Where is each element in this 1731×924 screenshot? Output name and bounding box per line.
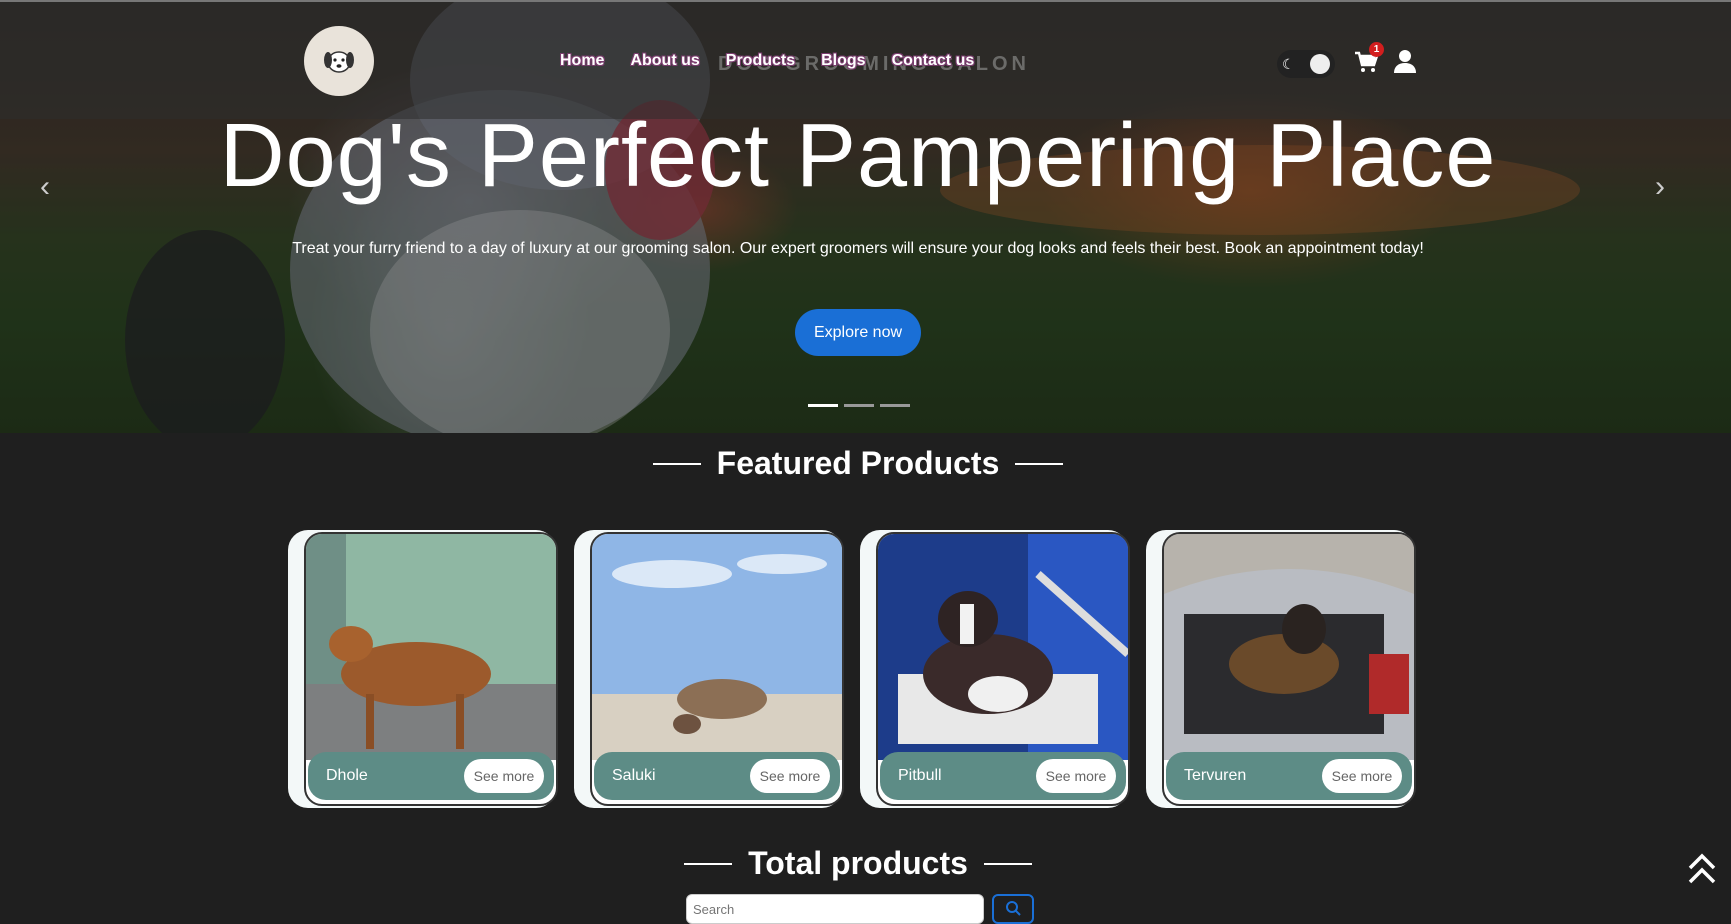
see-more-button[interactable]: See more — [1322, 759, 1402, 793]
product-image — [878, 534, 1128, 760]
search-bar — [686, 894, 1034, 924]
main-nav: Home About us Products Blogs Contact us — [560, 52, 974, 70]
theme-toggle[interactable]: ☾ — [1277, 50, 1335, 78]
product-image — [1164, 534, 1414, 760]
carousel-indicator[interactable] — [880, 404, 910, 407]
divider — [684, 862, 733, 865]
product-image — [306, 534, 556, 760]
card-footer: Pitbull See more — [880, 752, 1126, 800]
divider — [1015, 462, 1064, 465]
card-footer: Saluki See more — [594, 752, 840, 800]
nav-contact-us[interactable]: Contact us — [892, 52, 975, 70]
dog-logo-icon[interactable] — [304, 26, 374, 96]
card-footer: Tervuren See more — [1166, 752, 1412, 800]
total-products-heading: Total products — [0, 845, 1716, 882]
divider — [652, 462, 701, 465]
hero-subtitle: Treat your furry friend to a day of luxu… — [292, 240, 1424, 257]
product-card: Dhole See more — [288, 530, 558, 808]
divider — [983, 862, 1032, 865]
user-icon[interactable] — [1394, 49, 1416, 73]
carousel-indicator[interactable] — [844, 404, 874, 407]
toggle-knob — [1310, 54, 1330, 74]
nav-about-us[interactable]: About us — [630, 52, 699, 70]
see-more-button[interactable]: See more — [464, 759, 544, 793]
see-more-button[interactable]: See more — [750, 759, 830, 793]
product-name: Pitbull — [898, 767, 942, 784]
hero-title: Dog's Perfect Pampering Place — [219, 106, 1497, 206]
search-input[interactable] — [686, 894, 984, 924]
carousel-indicator[interactable] — [808, 404, 838, 407]
product-name: Dhole — [326, 767, 368, 784]
search-icon — [1006, 900, 1021, 916]
card-footer: Dhole See more — [308, 752, 554, 800]
section-title: Featured Products — [716, 445, 1000, 481]
product-name: Saluki — [612, 767, 656, 784]
nav-products[interactable]: Products — [726, 52, 795, 70]
see-more-button[interactable]: See more — [1036, 759, 1116, 793]
carousel-indicators — [808, 404, 910, 407]
cart-count-badge: 1 — [1369, 42, 1384, 57]
nav-blogs[interactable]: Blogs — [821, 52, 865, 70]
explore-now-button[interactable]: Explore now — [795, 309, 921, 356]
product-name: Tervuren — [1184, 767, 1247, 784]
product-card: Tervuren See more — [1146, 530, 1416, 808]
search-button[interactable] — [992, 894, 1034, 924]
top-navbar: DOG GROOMING SALON Home About us Product… — [0, 0, 1731, 119]
featured-products-heading: Featured Products — [0, 445, 1716, 482]
moon-icon: ☾ — [1282, 55, 1295, 72]
product-card: Pitbull See more — [860, 530, 1130, 808]
product-card: Saluki See more — [574, 530, 844, 808]
section-title: Total products — [748, 845, 968, 881]
product-image — [592, 534, 842, 760]
double-chevron-up-icon[interactable] — [1686, 852, 1718, 886]
nav-home[interactable]: Home — [560, 52, 604, 70]
product-cards: Dhole See more Saluki See more Pitbull S… — [288, 530, 1416, 808]
